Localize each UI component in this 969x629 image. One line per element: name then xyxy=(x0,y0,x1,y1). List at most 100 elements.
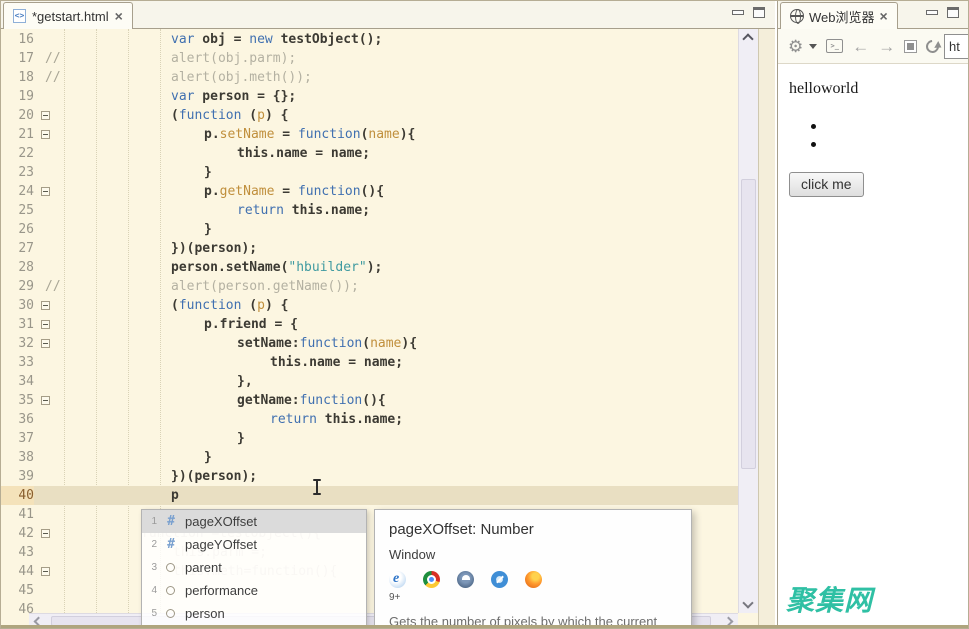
code-text: p.getName = function(){ xyxy=(204,182,384,201)
code-line-26[interactable]: 26} xyxy=(1,220,738,239)
item-rank: 2 xyxy=(147,539,157,550)
maximize-icon[interactable] xyxy=(947,7,959,18)
line-number: 26 xyxy=(1,220,34,239)
code-line-20[interactable]: 20(function (p) { xyxy=(1,106,738,125)
browser-support-icons xyxy=(389,571,677,588)
fold-collapse-icon[interactable] xyxy=(41,187,50,196)
item-label: parent xyxy=(185,560,222,575)
terminal-icon[interactable]: >_ xyxy=(826,39,843,53)
chevron-down-icon[interactable] xyxy=(809,44,817,49)
line-number: 29 xyxy=(1,277,34,296)
code-line-32[interactable]: 32setName:function(name){ xyxy=(1,334,738,353)
minimize-icon[interactable] xyxy=(732,10,744,15)
doc-tooltip-title: pageXOffset: Number xyxy=(389,521,677,538)
comment-prefix: // xyxy=(45,49,61,68)
code-line-29[interactable]: 29//alert(person.getName()); xyxy=(1,277,738,296)
code-line-16[interactable]: 16var obj = new testObject(); xyxy=(1,30,738,49)
refresh-icon[interactable] xyxy=(924,37,942,55)
fold-collapse-icon[interactable] xyxy=(41,529,50,538)
code-text: var obj = new testObject(); xyxy=(171,30,382,49)
code-text: p xyxy=(171,486,179,505)
code-line-27[interactable]: 27})(person); xyxy=(1,239,738,258)
code-line-28[interactable]: 28person.setName("hbuilder"); xyxy=(1,258,738,277)
list-bullet xyxy=(811,142,816,147)
code-line-33[interactable]: 33this.name = name; xyxy=(1,353,738,372)
tab-title: *getstart.html xyxy=(32,9,109,24)
code-line-31[interactable]: 31p.friend = { xyxy=(1,315,738,334)
forward-icon[interactable]: → xyxy=(878,38,895,55)
autocomplete-item-parent[interactable]: 3 parent xyxy=(142,556,366,579)
code-text: (function (p) { xyxy=(171,106,288,125)
code-line-34[interactable]: 34}, xyxy=(1,372,738,391)
minimize-icon[interactable] xyxy=(926,10,938,15)
browser-window-buttons xyxy=(926,7,959,18)
scroll-down-icon[interactable] xyxy=(742,597,753,608)
object-ring-icon xyxy=(166,563,175,572)
line-number: 24 xyxy=(1,182,34,201)
browser-version-note: 9+ xyxy=(389,592,677,603)
maximize-icon[interactable] xyxy=(753,7,765,18)
code-text: }, xyxy=(237,372,253,391)
line-number: 43 xyxy=(1,543,34,562)
ie-browser-icon xyxy=(389,571,406,588)
url-input[interactable]: ht xyxy=(944,34,969,59)
code-line-30[interactable]: 30(function (p) { xyxy=(1,296,738,315)
browser-tab-title: Web浏览器 xyxy=(809,7,875,26)
line-number: 33 xyxy=(1,353,34,372)
code-line-25[interactable]: 25 return this.name; xyxy=(1,201,738,220)
tab-close-icon[interactable]: × xyxy=(115,10,123,22)
code-line-40[interactable]: 40p xyxy=(1,486,738,505)
code-line-23[interactable]: 23} xyxy=(1,163,738,182)
code-line-36[interactable]: 36return this.name; xyxy=(1,410,738,429)
scroll-up-icon[interactable] xyxy=(742,33,753,44)
window-bottom-edge xyxy=(1,625,968,628)
code-line-21[interactable]: 21p.setName = function(name){ xyxy=(1,125,738,144)
click-me-button[interactable]: click me xyxy=(789,172,864,197)
autocomplete-item-pageYOffset[interactable]: 2#pageYOffset xyxy=(142,533,366,556)
gear-icon[interactable]: ⚙ xyxy=(788,38,803,55)
autocomplete-item-performance[interactable]: 4performance xyxy=(142,579,366,602)
safari-browser-icon xyxy=(491,571,508,588)
fold-collapse-icon[interactable] xyxy=(41,320,50,329)
android-browser-icon xyxy=(457,571,474,588)
fold-collapse-icon[interactable] xyxy=(41,396,50,405)
code-line-39[interactable]: 39})(person); xyxy=(1,467,738,486)
code-text: return this.name; xyxy=(237,201,370,220)
fold-collapse-icon[interactable] xyxy=(41,130,50,139)
item-rank: 5 xyxy=(147,608,157,619)
web-browser-panel: Web浏览器 × ⚙ >_ ← → ht helloworld click me… xyxy=(777,1,969,628)
fold-collapse-icon[interactable] xyxy=(41,339,50,348)
code-line-38[interactable]: 38} xyxy=(1,448,738,467)
vertical-scrollbar[interactable] xyxy=(738,29,758,613)
line-number: 22 xyxy=(1,144,34,163)
line-number: 36 xyxy=(1,410,34,429)
code-line-17[interactable]: 17//alert(obj.parm); xyxy=(1,49,738,68)
fold-collapse-icon[interactable] xyxy=(41,301,50,310)
tab-web-browser[interactable]: Web浏览器 × xyxy=(780,2,898,29)
line-number: 25 xyxy=(1,201,34,220)
code-text: getName:function(){ xyxy=(237,391,386,410)
stop-icon[interactable] xyxy=(904,40,917,53)
autocomplete-item-pageXOffset[interactable]: 1#pageXOffset xyxy=(142,510,366,533)
back-icon[interactable]: ← xyxy=(852,38,869,55)
ide-window: <> *getstart.html × 16var obj = new test… xyxy=(0,0,969,629)
fold-collapse-icon[interactable] xyxy=(41,567,50,576)
code-line-37[interactable]: 37} xyxy=(1,429,738,448)
fold-collapse-icon[interactable] xyxy=(41,111,50,120)
tab-getstart-html[interactable]: <> *getstart.html × xyxy=(3,2,133,29)
line-number: 45 xyxy=(1,581,34,600)
browser-tab-close-icon[interactable]: × xyxy=(880,10,888,22)
code-line-35[interactable]: 35getName:function(){ xyxy=(1,391,738,410)
line-number: 32 xyxy=(1,334,34,353)
vertical-scrollbar-thumb[interactable] xyxy=(741,179,756,469)
code-line-18[interactable]: 18//alert(obj.meth()); xyxy=(1,68,738,87)
item-rank: 3 xyxy=(147,562,157,573)
code-text: person.setName("hbuilder"); xyxy=(171,258,382,277)
autocomplete-item-person[interactable]: 5person xyxy=(142,602,366,625)
code-line-19[interactable]: 19var person = {}; xyxy=(1,87,738,106)
line-number: 44 xyxy=(1,562,34,581)
property-hash-icon: # xyxy=(165,514,177,529)
code-text: } xyxy=(204,163,212,182)
code-line-24[interactable]: 24 p.getName = function(){ xyxy=(1,182,738,201)
code-line-22[interactable]: 22this.name = name; xyxy=(1,144,738,163)
